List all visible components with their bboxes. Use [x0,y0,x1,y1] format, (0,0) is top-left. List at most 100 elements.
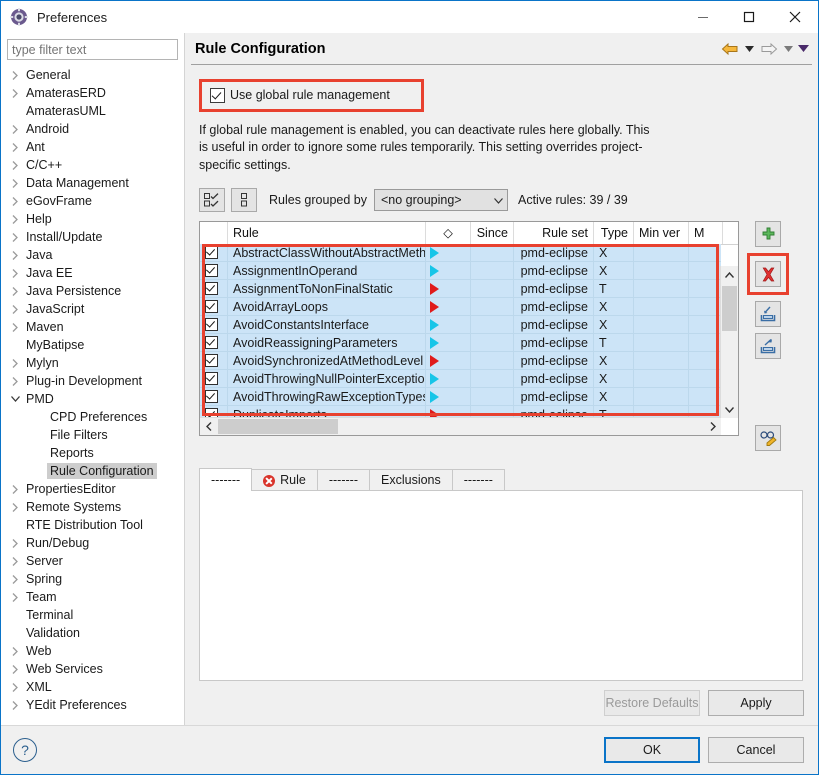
rule-enabled-checkbox[interactable] [205,264,218,277]
sidebar-item-amaterasuml[interactable]: AmaterasUML [1,102,184,120]
forward-menu-chevron-down-icon[interactable] [782,39,795,59]
table-row[interactable]: AvoidReassigningParameterspmd-eclipseT [200,334,721,352]
chevron-right-icon[interactable] [7,539,23,548]
rule-enabled-checkbox[interactable] [205,246,218,259]
table-row[interactable]: AssignmentInOperandpmd-eclipseX [200,262,721,280]
rule-enabled-checkbox[interactable] [205,372,218,385]
chevron-right-icon[interactable] [704,418,721,434]
chevron-down-icon[interactable] [721,401,738,418]
sidebar-item-c-c[interactable]: C/C++ [1,156,184,174]
chevron-right-icon[interactable] [7,305,23,314]
rule-enabled-checkbox[interactable] [205,282,218,295]
sidebar-item-reports[interactable]: Reports [1,444,184,462]
chevron-right-icon[interactable] [7,485,23,494]
checkbox-list-icon[interactable] [199,188,225,212]
sidebar-item-web-services[interactable]: Web Services [1,660,184,678]
rules-table-body[interactable]: AbstractClassWithoutAbstractMethodpmd-ec… [200,244,721,418]
tab-Rule[interactable]: Rule [251,469,318,491]
sidebar-item-java[interactable]: Java [1,246,184,264]
sidebar-item-remote-systems[interactable]: Remote Systems [1,498,184,516]
import-rules-button[interactable] [755,301,781,327]
row-checkbox-cell[interactable] [200,388,228,406]
table-vertical-scrollbar[interactable] [720,266,738,418]
rule-enabled-checkbox[interactable] [205,318,218,331]
sidebar-item-team[interactable]: Team [1,588,184,606]
table-row[interactable]: AvoidSynchronizedAtMethodLevelpmd-eclips… [200,352,721,370]
sidebar-item-rte-distribution-tool[interactable]: RTE Distribution Tool [1,516,184,534]
chevron-right-icon[interactable] [7,215,23,224]
chevron-right-icon[interactable] [7,683,23,692]
use-global-rule-management-row[interactable]: Use global rule management [199,79,424,112]
sidebar-item-rule-configuration[interactable]: Rule Configuration [1,462,184,480]
edit-rule-button[interactable] [755,425,781,451]
column-header-min-ver[interactable]: Min ver [634,222,689,244]
tab-[interactable]: ------- [199,468,252,491]
sidebar-item-egovframe[interactable]: eGovFrame [1,192,184,210]
chevron-right-icon[interactable] [7,143,23,152]
row-checkbox-cell[interactable] [200,262,228,280]
chevron-right-icon[interactable] [7,71,23,80]
chevron-right-icon[interactable] [7,575,23,584]
column-header--[interactable]: ◇ [426,222,471,244]
chevron-right-icon[interactable] [7,557,23,566]
collapse-all-icon[interactable] [231,188,257,212]
export-rules-button[interactable] [755,333,781,359]
chevron-left-icon[interactable] [200,418,217,434]
table-row[interactable]: AssignmentToNonFinalStaticpmd-eclipseT [200,280,721,298]
question-mark-icon[interactable]: ? [13,738,37,762]
chevron-down-icon[interactable] [7,396,23,402]
tab-Exclusions[interactable]: Exclusions [369,469,453,491]
cancel-button[interactable]: Cancel [708,737,804,763]
column-header-rule-set[interactable]: Rule set [514,222,594,244]
row-checkbox-cell[interactable] [200,370,228,388]
table-row[interactable]: AvoidThrowingRawExceptionTypespmd-eclips… [200,388,721,406]
sidebar-item-java-ee[interactable]: Java EE [1,264,184,282]
tab-[interactable]: ------- [317,469,370,491]
back-menu-chevron-down-icon[interactable] [743,39,756,59]
restore-defaults-button[interactable]: Restore Defaults [604,690,700,716]
chevron-right-icon[interactable] [7,323,23,332]
row-checkbox-cell[interactable] [200,352,228,370]
column-header-check[interactable] [200,222,228,244]
sidebar-item-xml[interactable]: XML [1,678,184,696]
sidebar-item-java-persistence[interactable]: Java Persistence [1,282,184,300]
apply-button[interactable]: Apply [708,690,804,716]
preference-tree[interactable]: GeneralAmaterasERDAmaterasUMLAndroidAntC… [1,63,184,725]
column-header-m[interactable]: M [689,222,723,244]
row-checkbox-cell[interactable] [200,316,228,334]
rule-enabled-checkbox[interactable] [205,300,218,313]
remove-rule-button[interactable] [755,261,781,287]
chevron-right-icon[interactable] [7,125,23,134]
chevron-right-icon[interactable] [7,377,23,386]
sidebar-item-mylyn[interactable]: Mylyn [1,354,184,372]
chevron-right-icon[interactable] [7,503,23,512]
sidebar-item-plug-in-development[interactable]: Plug-in Development [1,372,184,390]
sidebar-item-cpd-preferences[interactable]: CPD Preferences [1,408,184,426]
forward-arrow-icon[interactable] [758,39,780,59]
column-header-since[interactable]: Since [471,222,514,244]
sidebar-item-mybatipse[interactable]: MyBatipse [1,336,184,354]
vertical-scroll-thumb[interactable] [722,286,737,331]
close-button[interactable] [772,1,818,33]
table-horizontal-scrollbar[interactable] [200,417,721,435]
add-rule-button[interactable] [755,221,781,247]
table-row[interactable]: AbstractClassWithoutAbstractMethodpmd-ec… [200,244,721,262]
chevron-right-icon[interactable] [7,251,23,260]
chevron-right-icon[interactable] [7,701,23,710]
sidebar-item-propertieseditor[interactable]: PropertiesEditor [1,480,184,498]
chevron-right-icon[interactable] [7,179,23,188]
sidebar-item-ant[interactable]: Ant [1,138,184,156]
row-checkbox-cell[interactable] [200,280,228,298]
chevron-right-icon[interactable] [7,89,23,98]
sidebar-item-yedit-preferences[interactable]: YEdit Preferences [1,696,184,714]
search-input[interactable] [7,39,178,60]
sidebar-item-run-debug[interactable]: Run/Debug [1,534,184,552]
chevron-right-icon[interactable] [7,287,23,296]
chevron-right-icon[interactable] [7,359,23,368]
rule-detail-tabs[interactable]: -------Rule-------Exclusions------- [199,469,803,491]
sidebar-item-data-management[interactable]: Data Management [1,174,184,192]
row-checkbox-cell[interactable] [200,244,228,262]
rule-enabled-checkbox[interactable] [205,336,218,349]
table-row[interactable]: AvoidConstantsInterfacepmd-eclipseX [200,316,721,334]
sidebar-item-web[interactable]: Web [1,642,184,660]
